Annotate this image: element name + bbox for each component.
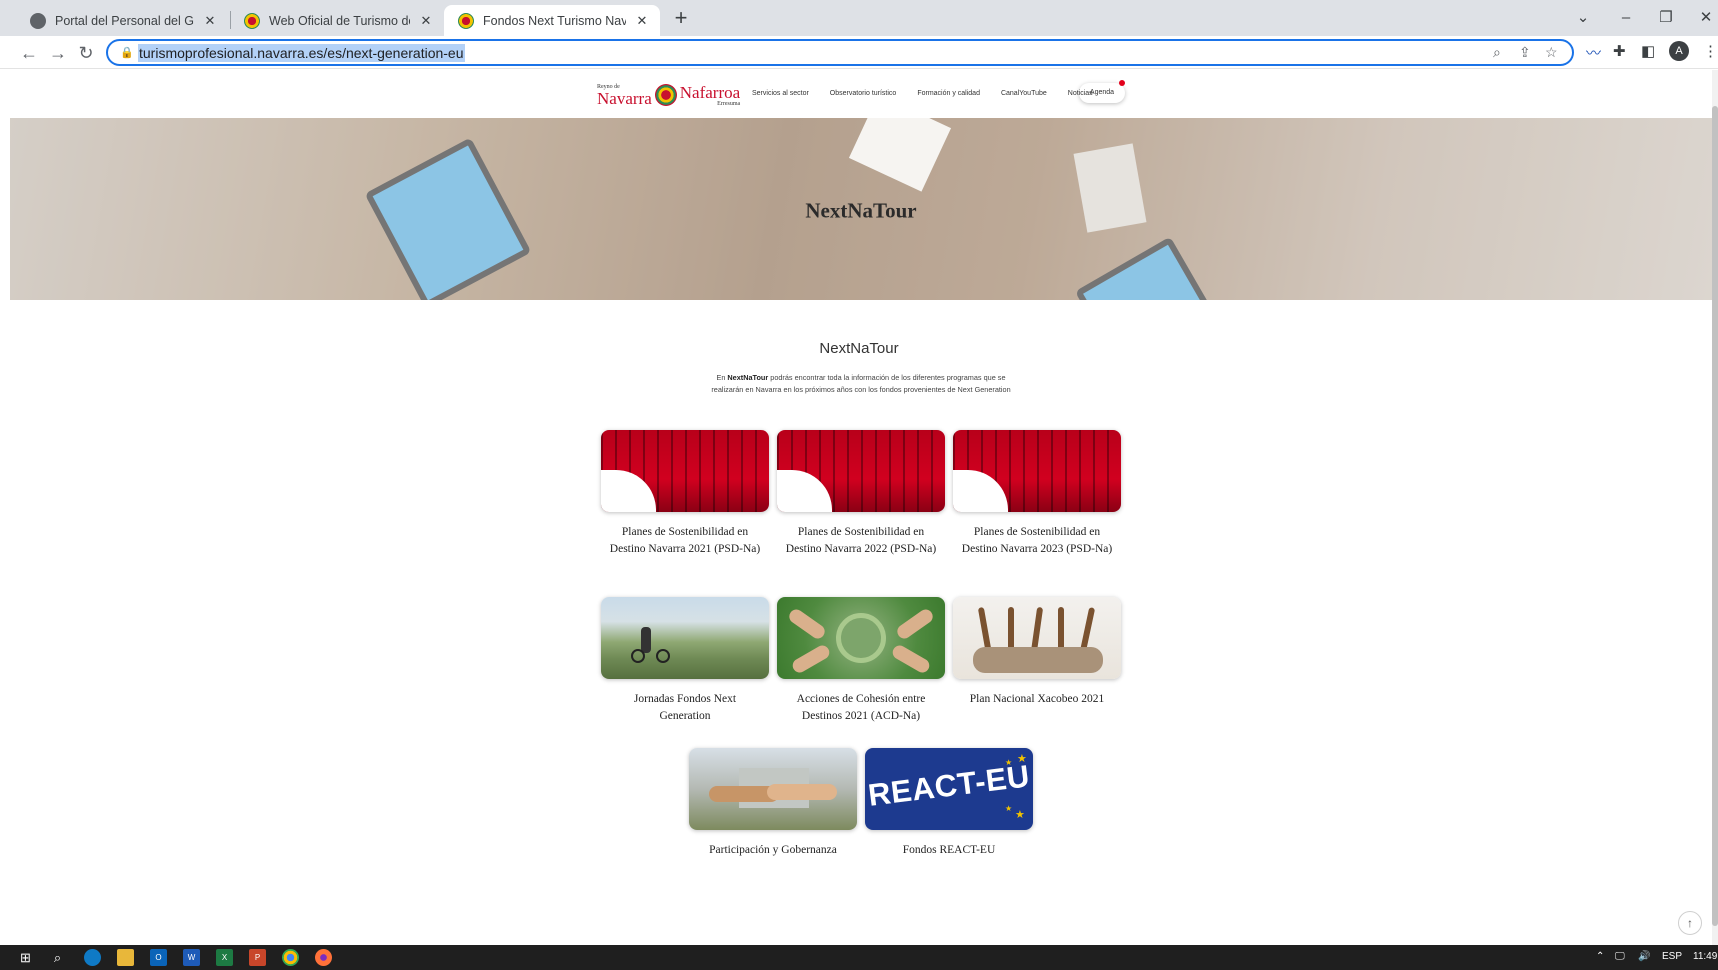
- close-icon[interactable]: ✕: [634, 13, 650, 29]
- restore-button[interactable]: ❐: [1654, 6, 1678, 30]
- intro-paragraph: En NextNaTour podrás encontrar toda la i…: [700, 372, 1022, 395]
- nav-item-servicios[interactable]: Servicios al sector: [752, 90, 809, 97]
- card-react-eu[interactable]: REACT-EU ★ ★ ★ ★ Fondos REACT-EU: [865, 748, 1033, 859]
- back-button[interactable]: ←: [17, 41, 41, 65]
- windows-start-icon[interactable]: ⊞: [17, 949, 34, 966]
- minimize-button[interactable]: –: [1614, 6, 1638, 30]
- hero-title: NextNaTour: [805, 198, 917, 223]
- logo-text-right: Nafarroa: [679, 82, 741, 102]
- card-title[interactable]: Planes de Sostenibilidad en Destino Nava…: [777, 524, 945, 558]
- card-title[interactable]: Jornadas Fondos Next Generation: [601, 691, 769, 725]
- lock-icon[interactable]: 🔒: [120, 46, 134, 59]
- reload-button[interactable]: ↻: [74, 41, 98, 65]
- navarra-emblem-icon: [654, 84, 677, 106]
- chrome-icon[interactable]: [282, 949, 299, 966]
- card-title[interactable]: Planes de Sostenibilidad en Destino Nava…: [601, 524, 769, 558]
- globe-icon: [30, 12, 46, 29]
- language-indicator[interactable]: ESP: [1662, 951, 1682, 962]
- handshake-image[interactable]: [689, 748, 857, 830]
- browser-toolbar: ← → ↻ 🔒 turismoprofesional.navarra.es/es…: [0, 36, 1718, 69]
- tab-turismo-navarra[interactable]: Web Oficial de Turismo de Navarra ✕: [230, 5, 444, 36]
- share-icon[interactable]: ⇪: [1519, 44, 1531, 61]
- agenda-button[interactable]: Agenda: [1079, 83, 1125, 103]
- cyclist-landscape-image[interactable]: [601, 597, 769, 679]
- nav-item-formacion[interactable]: Formación y calidad: [917, 90, 980, 97]
- browser-tab-strip: Portal del Personal del Gobierno ✕ Web O…: [0, 0, 1718, 36]
- outlook-icon[interactable]: O: [150, 949, 167, 966]
- red-arches-image[interactable]: [601, 430, 769, 512]
- url-text[interactable]: turismoprofesional.navarra.es/es/next-ge…: [138, 44, 465, 62]
- page-scrollbar[interactable]: [1712, 70, 1718, 945]
- logo-text-left: Navarra: [597, 88, 652, 108]
- nav-item-observatorio[interactable]: Observatorio turístico: [830, 90, 897, 97]
- main-nav: Servicios al sector Observatorio turísti…: [752, 90, 1114, 97]
- card-psd-2021[interactable]: Planes de Sostenibilidad en Destino Nava…: [601, 430, 769, 558]
- extension-icon[interactable]: 〰: [1586, 42, 1601, 63]
- excel-icon[interactable]: X: [216, 949, 233, 966]
- site-header: Reyno de Navarra Nafarroa Erresuma Servi…: [10, 70, 1712, 118]
- tray-chevron-icon[interactable]: ⌃: [1596, 951, 1604, 962]
- zoom-icon[interactable]: ⌕: [1493, 44, 1501, 61]
- card-psd-2023[interactable]: Planes de Sostenibilidad en Destino Nava…: [953, 430, 1121, 558]
- card-participacion[interactable]: Participación y Gobernanza: [689, 748, 857, 859]
- tab-title: Fondos Next Turismo Navarra | W: [483, 13, 626, 28]
- pilgrim-staffs-image[interactable]: [953, 597, 1121, 679]
- side-panel-icon[interactable]: ◧: [1641, 42, 1655, 60]
- edge-icon[interactable]: [84, 949, 101, 966]
- scroll-to-top-button[interactable]: ↑: [1678, 911, 1702, 935]
- notification-dot: [1119, 80, 1125, 86]
- card-cohesion[interactable]: Acciones de Cohesión entre Destinos 2021…: [777, 597, 945, 725]
- card-title[interactable]: Acciones de Cohesión entre Destinos 2021…: [777, 691, 945, 725]
- powerpoint-icon[interactable]: P: [249, 949, 266, 966]
- search-icon[interactable]: ⌕: [49, 949, 66, 966]
- card-title[interactable]: Participación y Gobernanza: [689, 842, 857, 859]
- network-icon[interactable]: 🖵: [1615, 951, 1625, 962]
- close-icon[interactable]: ✕: [418, 13, 434, 29]
- section-title: NextNaTour: [819, 340, 899, 357]
- forward-button[interactable]: →: [46, 41, 70, 65]
- card-title[interactable]: Planes de Sostenibilidad en Destino Nava…: [953, 524, 1121, 558]
- volume-icon[interactable]: 🔊: [1638, 951, 1650, 962]
- card-title[interactable]: Plan Nacional Xacobeo 2021: [953, 691, 1121, 708]
- card-title[interactable]: Fondos REACT-EU: [865, 842, 1033, 859]
- card-xacobeo[interactable]: Plan Nacional Xacobeo 2021: [953, 597, 1121, 708]
- hero-banner: NextNaTour: [10, 118, 1712, 300]
- bookmark-star-icon[interactable]: ☆: [1545, 44, 1558, 61]
- intro-prefix: En: [716, 373, 728, 382]
- tab-title: Portal del Personal del Gobierno: [55, 13, 194, 28]
- logo-small-text: Erresuma: [717, 100, 741, 107]
- react-eu-banner-image[interactable]: REACT-EU ★ ★ ★ ★: [865, 748, 1033, 830]
- puzzle-extensions-icon[interactable]: ✚: [1613, 42, 1626, 60]
- nav-item-canal-youtube[interactable]: CanalYouTube: [1001, 90, 1047, 97]
- file-explorer-icon[interactable]: [117, 949, 134, 966]
- hands-grass-image[interactable]: [777, 597, 945, 679]
- red-arches-image[interactable]: [777, 430, 945, 512]
- card-jornadas[interactable]: Jornadas Fondos Next Generation: [601, 597, 769, 725]
- card-psd-2022[interactable]: Planes de Sostenibilidad en Destino Nava…: [777, 430, 945, 558]
- site-logo[interactable]: Reyno de Navarra Nafarroa Erresuma: [597, 80, 740, 110]
- address-bar[interactable]: 🔒 turismoprofesional.navarra.es/es/next-…: [106, 39, 1574, 66]
- word-icon[interactable]: W: [183, 949, 200, 966]
- tab-portal-personal[interactable]: Portal del Personal del Gobierno ✕: [16, 5, 228, 36]
- new-tab-button[interactable]: +: [670, 7, 692, 30]
- navarra-favicon-icon: [458, 12, 474, 29]
- close-icon[interactable]: ✕: [202, 13, 218, 29]
- red-arches-image[interactable]: [953, 430, 1121, 512]
- tab-search-chevron-icon[interactable]: ⌄: [1571, 6, 1595, 30]
- close-window-button[interactable]: ✕: [1694, 6, 1718, 30]
- profile-avatar[interactable]: A: [1669, 41, 1689, 61]
- tab-title: Web Oficial de Turismo de Navarra: [269, 13, 410, 28]
- windows-taskbar: ⊞ ⌕ O W X P ⌃ 🖵 🔊 ESP 11:49: [0, 945, 1718, 970]
- tab-fondos-next[interactable]: Fondos Next Turismo Navarra | W ✕: [444, 5, 660, 36]
- navarra-favicon-icon: [244, 12, 260, 29]
- menu-kebab-icon[interactable]: ⋮: [1703, 42, 1718, 60]
- intro-bold: NextNaTour: [727, 373, 769, 382]
- firefox-icon[interactable]: [315, 949, 332, 966]
- clock[interactable]: 11:49: [1693, 951, 1717, 962]
